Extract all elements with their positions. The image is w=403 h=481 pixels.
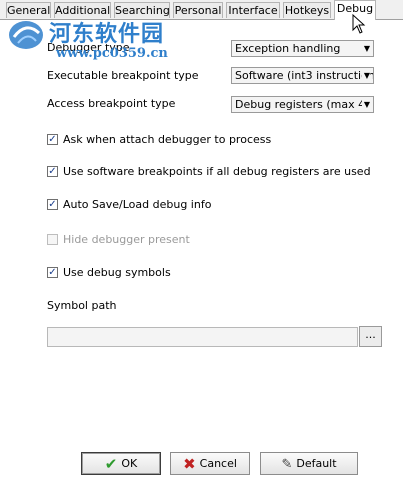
watermark-text: 河东软件园 [49, 21, 165, 47]
checkbox-auto-save-label: Auto Save/Load debug info [63, 198, 212, 211]
checkbox-ask-attach-label: Ask when attach debugger to process [63, 133, 272, 146]
symbol-path-label: Symbol path [47, 299, 117, 312]
chevron-down-icon: ▼ [361, 41, 370, 56]
cancel-button[interactable]: ✖ Cancel [170, 452, 250, 475]
cancel-button-label: Cancel [199, 457, 237, 470]
checkbox-hide-debugger-label: Hide debugger present [63, 233, 190, 246]
chevron-down-icon: ▼ [361, 97, 370, 112]
exec-bp-type-select[interactable]: Software (int3 instruction ▼ [231, 67, 374, 84]
watermark-logo-icon [9, 21, 43, 49]
exec-bp-type-label: Executable breakpoint type [47, 69, 199, 82]
default-button-label: Default [296, 457, 337, 470]
chevron-down-icon: ▼ [361, 68, 370, 83]
checkbox-auto-save-box[interactable]: ✓ [47, 199, 58, 210]
access-bp-type-select[interactable]: Debug registers (max 4) ▼ [231, 96, 374, 113]
tab-hotkeys[interactable]: Hotkeys [283, 2, 331, 18]
debugger-type-value: Exception handling [235, 42, 341, 55]
symbol-path-input[interactable] [47, 327, 358, 347]
browse-button[interactable]: ... [359, 326, 382, 347]
checkbox-ask-attach-box[interactable]: ✓ [47, 134, 58, 145]
debugger-type-select[interactable]: Exception handling ▼ [231, 40, 374, 57]
ok-button[interactable]: ✔ OK [81, 452, 161, 475]
access-bp-type-value: Debug registers (max 4) [235, 98, 370, 111]
close-icon: ✖ [183, 454, 196, 473]
checkbox-hide-debugger-box [47, 234, 58, 245]
access-bp-type-label: Access breakpoint type [47, 97, 176, 110]
wand-icon: ✎ [281, 456, 293, 472]
watermark: 河东软件园 www.pc0359.cn [0, 15, 200, 67]
mouse-cursor-icon [352, 14, 366, 34]
exec-bp-type-value: Software (int3 instruction [235, 69, 374, 82]
checkbox-debug-symbols-box[interactable]: ✓ [47, 267, 58, 278]
ok-button-label: OK [121, 457, 138, 470]
default-button[interactable]: ✎ Default [260, 452, 358, 475]
checkbox-software-bp-label: Use software breakpoints if all debug re… [63, 165, 371, 178]
tab-interface[interactable]: Interface [226, 2, 280, 18]
checkbox-software-bp-box[interactable]: ✓ [47, 166, 58, 177]
checkmark-icon: ✔ [104, 454, 118, 473]
watermark-url: www.pc0359.cn [56, 46, 168, 61]
checkbox-debug-symbols-label: Use debug symbols [63, 266, 171, 279]
